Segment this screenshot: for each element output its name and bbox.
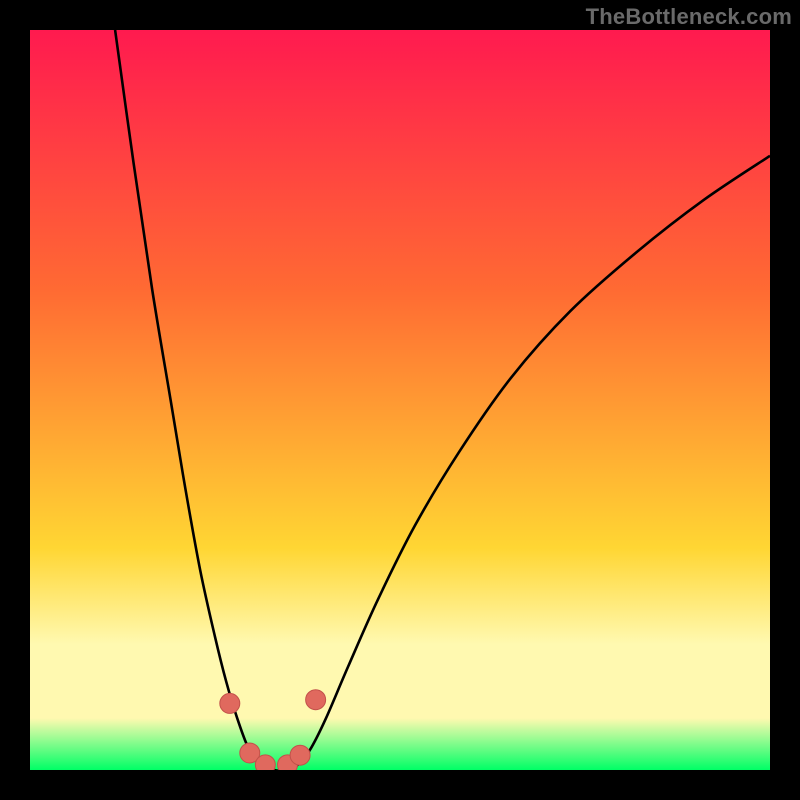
curve-marker [255,755,275,770]
curve-marker [290,745,310,765]
curve-marker [306,690,326,710]
chart-background [30,30,770,770]
curve-marker [220,693,240,713]
chart-frame [30,30,770,770]
watermark-text: TheBottleneck.com [586,4,792,30]
bottleneck-curve-chart [30,30,770,770]
